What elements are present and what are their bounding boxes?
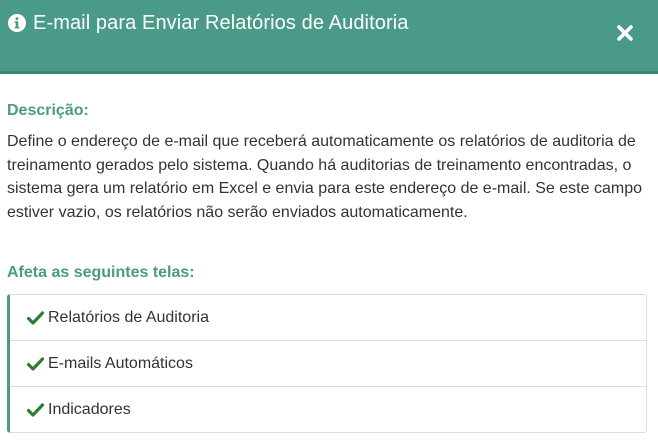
list-item: Relatórios de Auditoria bbox=[10, 295, 646, 341]
list-item-label: Indicadores bbox=[48, 401, 131, 418]
check-icon bbox=[27, 310, 44, 325]
affected-screens-list: Relatórios de Auditoria E-mails Automáti… bbox=[7, 294, 647, 433]
affected-screens-heading: Afeta as seguintes telas: bbox=[7, 264, 195, 281]
list-item: E-mails Automáticos bbox=[10, 341, 646, 387]
description-text: Define o endereço de e-mail que receberá… bbox=[7, 133, 642, 221]
modal-header: E-mail para Enviar Relatórios de Auditor… bbox=[0, 0, 658, 74]
help-modal: E-mail para Enviar Relatórios de Auditor… bbox=[0, 0, 658, 444]
check-icon bbox=[27, 403, 44, 417]
check-icon bbox=[27, 356, 44, 371]
info-circle-icon bbox=[8, 14, 26, 32]
list-item-label: E-mails Automáticos bbox=[48, 354, 193, 372]
close-icon bbox=[617, 25, 633, 41]
modal-title-text: E-mail para Enviar Relatórios de Auditor… bbox=[33, 12, 409, 34]
close-button[interactable] bbox=[612, 20, 638, 46]
list-item: Indicadores bbox=[10, 387, 646, 433]
modal-title: E-mail para Enviar Relatórios de Auditor… bbox=[7, 11, 409, 35]
list-item-label: Relatórios de Auditoria bbox=[48, 308, 209, 326]
description-heading: Descrição: bbox=[7, 102, 89, 119]
